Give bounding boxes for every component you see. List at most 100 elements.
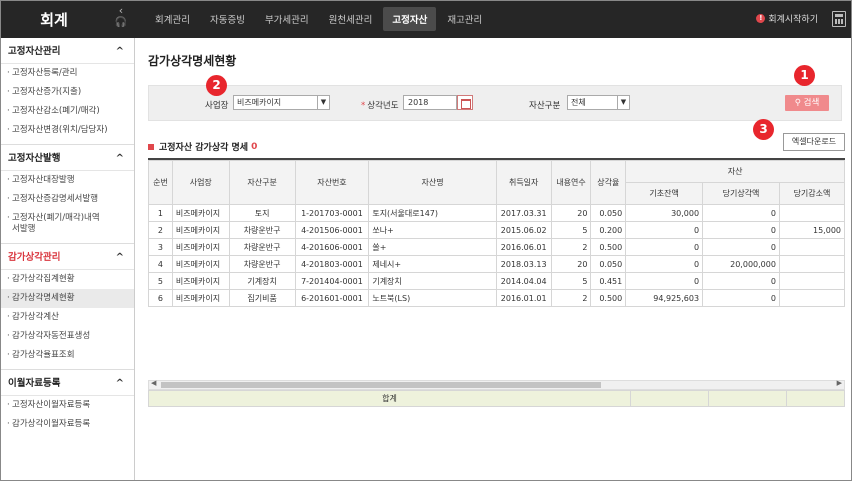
nav-item-vat[interactable]: 부가세관리 — [256, 7, 318, 31]
scroll-left-icon[interactable]: ◀ — [151, 379, 156, 387]
sidebar-section-asset-management: 고정자산관리^ 고정자산등록/관리 고정자산증가(지출) 고정자산감소(폐기/매… — [0, 38, 134, 145]
sidebar-item[interactable]: 감가상각자동전표생성 — [0, 327, 134, 346]
sidebar-item[interactable]: 고정자산증감명세서발행 — [0, 190, 134, 209]
calendar-icon[interactable] — [457, 95, 473, 110]
table-cell — [778, 255, 845, 273]
sidebar-item[interactable]: 감가상각계산 — [0, 308, 134, 327]
nav-item-inventory[interactable]: 재고관리 — [438, 7, 491, 31]
annotation-badge-2: 2 — [206, 75, 227, 96]
column-header[interactable]: 순번 — [148, 160, 173, 205]
column-header[interactable]: 내용연수 — [550, 160, 592, 205]
table-cell: 비즈메카이지 — [171, 238, 230, 256]
table-cell: 2016.06.01 — [495, 238, 552, 256]
chevron-up-icon[interactable]: ^ — [116, 244, 124, 272]
chevron-up-icon[interactable]: ^ — [116, 145, 124, 173]
sidebar-item[interactable]: 감가상각집계현황 — [0, 270, 134, 289]
search-button[interactable]: ⚲ 검색 — [785, 95, 829, 111]
top-bar: 회계 ‹ 🎧 회계관리 자동증빙 부가세관리 원천세관리 고정자산 재고관리 !… — [0, 0, 852, 38]
collapse-sidebar-button[interactable]: ‹ 🎧 — [113, 4, 129, 34]
sidebar-section-asset-issue: 고정자산발행^ 고정자산대장발행 고정자산증감명세서발행 고정자산(폐기/매각)… — [0, 145, 134, 244]
column-header[interactable]: 당기감소액 — [778, 182, 845, 205]
sidebar-item[interactable]: 고정자산감소(폐기/매각) — [0, 102, 134, 121]
table-cell: 1-201703-0001 — [294, 204, 370, 222]
chevron-up-icon[interactable]: ^ — [116, 370, 124, 398]
sidebar-item[interactable]: 고정자산변경(위치/담당자) — [0, 121, 118, 140]
table-cell: 0.451 — [590, 272, 627, 290]
table-cell: 4 — [148, 255, 173, 273]
table-row[interactable]: 6 비즈메카이지 집기비품 6-201601-0001 노트북(LS) 2016.01.0… — [148, 289, 845, 307]
annotation-badge-3: 3 — [753, 119, 774, 140]
sidebar-item[interactable]: 감가상각이월자료등록 — [0, 415, 134, 434]
column-header[interactable]: 사업장 — [171, 160, 230, 205]
table-cell: 0.200 — [590, 221, 627, 239]
chevron-down-icon: ▼ — [317, 96, 329, 109]
sidebar-item[interactable]: 고정자산등록/관리 — [0, 64, 134, 83]
sidebar-item[interactable]: 고정자산증가(지출) — [0, 83, 134, 102]
table-cell: 기계장치 — [368, 272, 497, 290]
table-body: 1 비즈메카이지 토지 1-201703-0001 토지(서울대로147) 2017.03… — [148, 204, 845, 307]
calculator-icon[interactable] — [832, 11, 846, 27]
sidebar-item[interactable]: 고정자산대장발행 — [0, 171, 134, 190]
scroll-right-icon[interactable]: ▶ — [837, 379, 842, 387]
table-cell: 쏠+ — [368, 238, 497, 256]
year-label: * 상각년도 — [361, 101, 399, 111]
table-cell: 0.500 — [590, 289, 627, 307]
sidebar-item[interactable]: 감가상각율표조회 — [0, 346, 134, 365]
column-header[interactable]: 상각율 — [590, 160, 627, 205]
table-cell: 0.500 — [590, 238, 627, 256]
group-header-asset: 자산 — [625, 160, 845, 183]
column-header[interactable]: 자산명 — [368, 160, 497, 205]
headset-icon: 🎧 — [114, 17, 128, 28]
sidebar-section-title[interactable]: 고정자산관리 ^ — [0, 38, 134, 64]
table-cell: 3 — [148, 238, 173, 256]
nav-item-accounting[interactable]: 회계관리 — [146, 7, 199, 31]
column-header[interactable]: 취득일자 — [495, 160, 552, 205]
nav-item-auto-evidence[interactable]: 자동증빙 — [201, 7, 254, 31]
table-row[interactable]: 5 비즈메카이지 기계장치 7-201404-0001 기계장치 2014.04.04 5 0… — [148, 272, 845, 290]
filter-panel: 사업장 비즈메카이지 ▼ * 상각년도 2018 자산구분 전체 ▼ ⚲ 검색 — [148, 85, 842, 121]
table-cell: 2016.01.01 — [495, 289, 552, 307]
start-accounting-label: 회계시작하기 — [768, 15, 818, 25]
table-cell: 비즈메카이지 — [171, 289, 230, 307]
table-cell: 0 — [702, 238, 780, 256]
table-cell: 2 — [148, 221, 173, 239]
column-header[interactable]: 기초잔액 — [625, 182, 704, 205]
sidebar-item[interactable]: 고정자산이월자료등록 — [0, 396, 134, 415]
table-cell: 제네시+ — [368, 255, 497, 273]
asset-type-select[interactable]: 전체 ▼ — [567, 95, 630, 110]
scrollbar-thumb[interactable] — [161, 382, 601, 388]
sidebar-section-title[interactable]: 이월자료등록 ^ — [0, 370, 134, 396]
total-cell — [709, 391, 787, 406]
table-cell: 0 — [702, 272, 780, 290]
table-row[interactable]: 3 비즈메카이지 차량운반구 4-201606-0001 쏠+ 2016.06.01 2 0.… — [148, 238, 845, 256]
chevron-up-icon[interactable]: ^ — [116, 38, 124, 66]
nav-item-fixed-assets[interactable]: 고정자산 — [383, 7, 437, 31]
sidebar-section-title[interactable]: 고정자산발행 ^ — [0, 145, 134, 171]
table-cell: 0 — [702, 289, 780, 307]
sidebar-item-selected[interactable]: 감가상각명세현황 — [0, 289, 134, 308]
column-header[interactable]: 자산구분 — [228, 160, 296, 205]
table-cell: 4-201803-0001 — [294, 255, 370, 273]
column-header[interactable]: 당기상각액 — [702, 182, 780, 205]
nav-item-withholding[interactable]: 원천세관리 — [320, 7, 382, 31]
sidebar-section-title[interactable]: 감가상각관리 ^ — [0, 244, 134, 270]
column-header[interactable]: 자산번호 — [294, 160, 370, 205]
table-row[interactable]: 1 비즈메카이지 토지 1-201703-0001 토지(서울대로147) 2017.03… — [148, 204, 845, 222]
list-title: 고정자산 감가상각 명세 0 — [148, 140, 257, 153]
excel-download-button[interactable]: 엑셀다운로드 — [783, 133, 845, 151]
table-cell: 차량운반구 — [228, 238, 296, 256]
table-row[interactable]: 2 비즈메카이지 차량운반구 4-201506-0001 쏘나+ 2015.06.02 5 0… — [148, 221, 845, 239]
bullet-icon — [148, 143, 154, 150]
table-cell: 2017.03.31 — [495, 204, 552, 222]
table-row[interactable]: 4 비즈메카이지 차량운반구 4-201803-0001 제네시+ 2018.03.13 2… — [148, 255, 845, 273]
table-cell: 6-201601-0001 — [294, 289, 370, 307]
sidebar-item[interactable]: 고정자산(폐기/매각)내역서발행 — [0, 209, 100, 239]
alert-icon: ! — [756, 14, 766, 23]
start-accounting-link[interactable]: ! 회계시작하기 — [756, 12, 818, 25]
business-select[interactable]: 비즈메카이지 ▼ — [233, 95, 330, 110]
year-input[interactable]: 2018 — [403, 95, 457, 110]
horizontal-scrollbar[interactable]: ◀ ▶ — [148, 379, 845, 390]
main-nav: 회계관리 자동증빙 부가세관리 원천세관리 고정자산 재고관리 — [146, 0, 493, 38]
table-cell — [778, 238, 845, 256]
table-cell: 0.050 — [590, 204, 627, 222]
